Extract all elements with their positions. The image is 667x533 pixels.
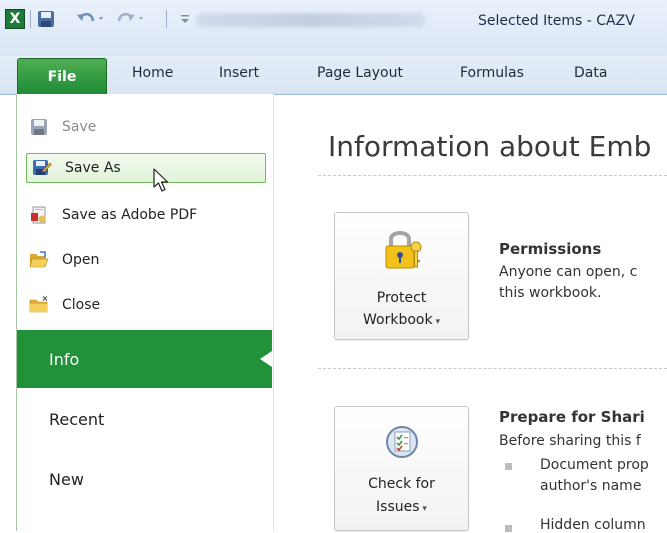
bullet-text: Document prop: [540, 457, 649, 473]
save-as-command[interactable]: Save As: [26, 153, 266, 183]
excel-app-icon[interactable]: X: [4, 8, 26, 30]
bullet-marker: [505, 463, 512, 470]
qat-separator: [30, 10, 31, 28]
permissions-text-line2: this workbook.: [499, 285, 602, 301]
qat-separator: [166, 10, 167, 28]
protect-button-label-line2: Workbook ▾: [335, 309, 468, 333]
save-as-adobe-pdf-command[interactable]: Save as Adobe PDF: [24, 200, 264, 230]
backstage-tab-recent[interactable]: Recent: [17, 390, 272, 448]
save-as-icon: [31, 157, 53, 179]
section-divider: [318, 175, 667, 176]
selected-tab-notch: [260, 351, 272, 367]
backstage-tab-new[interactable]: New: [17, 450, 272, 508]
check-issues-label-line2-text: Issues: [376, 499, 420, 515]
permissions-text-line1: Anyone can open, c: [499, 264, 638, 280]
save-as-pdf-label: Save as Adobe PDF: [62, 207, 198, 223]
open-label: Open: [62, 252, 100, 268]
redo-icon[interactable]: [114, 8, 148, 30]
protect-button-label-line2-text: Workbook: [363, 312, 433, 328]
window-title: Selected Items - CAZV: [478, 13, 635, 29]
close-label: Close: [62, 297, 101, 313]
dropdown-arrow-icon: ▾: [432, 317, 440, 327]
inspect-document-icon: [383, 423, 423, 467]
page-title: Information about Emb: [328, 130, 652, 163]
tab-data[interactable]: Data: [574, 65, 607, 81]
quick-save-icon[interactable]: [36, 8, 56, 30]
save-command-label: Save: [62, 119, 97, 135]
tab-file[interactable]: File: [17, 58, 107, 94]
save-command[interactable]: Save: [24, 112, 264, 142]
section-divider: [318, 368, 667, 369]
protect-workbook-button[interactable]: Protect Workbook ▾: [334, 212, 469, 340]
check-issues-label-line1: Check for: [368, 476, 435, 492]
close-command[interactable]: Close: [24, 290, 264, 320]
open-command[interactable]: Open: [24, 245, 264, 275]
save-as-label: Save As: [65, 160, 121, 176]
tab-home[interactable]: Home: [132, 65, 173, 81]
customize-qat-icon[interactable]: [178, 8, 192, 30]
prepare-text-line1: Before sharing this f: [499, 433, 641, 449]
open-folder-icon: [28, 249, 50, 271]
protect-button-label-line1: Protect: [376, 290, 427, 306]
check-issues-label-line2: Issues ▾: [335, 496, 468, 520]
close-folder-icon: [28, 294, 50, 316]
dropdown-arrow-icon: ▾: [419, 504, 427, 514]
backstage-tab-info[interactable]: Info: [17, 330, 272, 388]
tab-page-layout[interactable]: Page Layout: [317, 65, 403, 81]
lock-key-icon: [383, 227, 423, 275]
floppy-disk-icon: [28, 116, 50, 138]
excel-logo-letter: X: [5, 9, 25, 29]
bullet-text-continued: author's name: [540, 478, 642, 494]
permissions-heading: Permissions: [499, 240, 602, 258]
undo-icon[interactable]: [74, 8, 108, 30]
prepare-for-sharing-heading: Prepare for Shari: [499, 408, 645, 426]
tab-insert[interactable]: Insert: [219, 65, 259, 81]
blurred-document-name: [196, 13, 426, 27]
tab-formulas[interactable]: Formulas: [460, 65, 524, 81]
check-for-issues-button[interactable]: Check for Issues ▾: [334, 406, 469, 531]
pdf-icon: [28, 204, 50, 226]
mouse-cursor-icon: [152, 168, 174, 198]
